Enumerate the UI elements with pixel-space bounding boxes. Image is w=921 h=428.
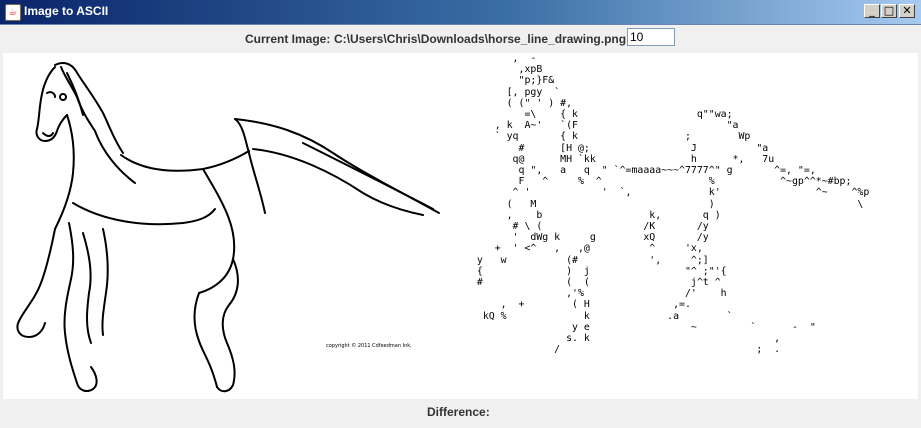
- current-image-path: C:\Users\Chris\Downloads\horse_line_draw…: [334, 32, 627, 46]
- maximize-button[interactable]: □: [881, 4, 897, 18]
- close-button[interactable]: ✕: [899, 4, 915, 18]
- ascii-art-output: , - ,xpB "p;}F& [, pgy ` ( (" ' ) #, =\ …: [476, 53, 870, 356]
- minimize-button[interactable]: _: [864, 4, 880, 18]
- main-frame: Current Image: C:\Users\Chris\Downloads\…: [3, 25, 918, 425]
- java-app-icon: ☕: [5, 4, 21, 21]
- scale-input[interactable]: [627, 28, 675, 46]
- current-image-label: Current Image:: [245, 32, 331, 46]
- status-bar: Difference:: [3, 399, 918, 425]
- window-title: Image to ASCII: [24, 4, 109, 18]
- toolbar: Current Image: C:\Users\Chris\Downloads\…: [3, 25, 918, 53]
- horse-line-drawing: copyright © 2011 Cdfeedman Ink.: [16, 62, 440, 393]
- difference-label: Difference:: [427, 405, 490, 419]
- title-bar: ☕ Image to ASCII _ □ ✕: [0, 0, 921, 25]
- watermark: copyright © 2011 Cdfeedman Ink.: [326, 342, 412, 349]
- content-area: copyright © 2011 Cdfeedman Ink. , - ,xpB…: [3, 53, 918, 399]
- svg-text:copyright © 2011 Cdfeedman Ink: copyright © 2011 Cdfeedman Ink.: [326, 342, 412, 349]
